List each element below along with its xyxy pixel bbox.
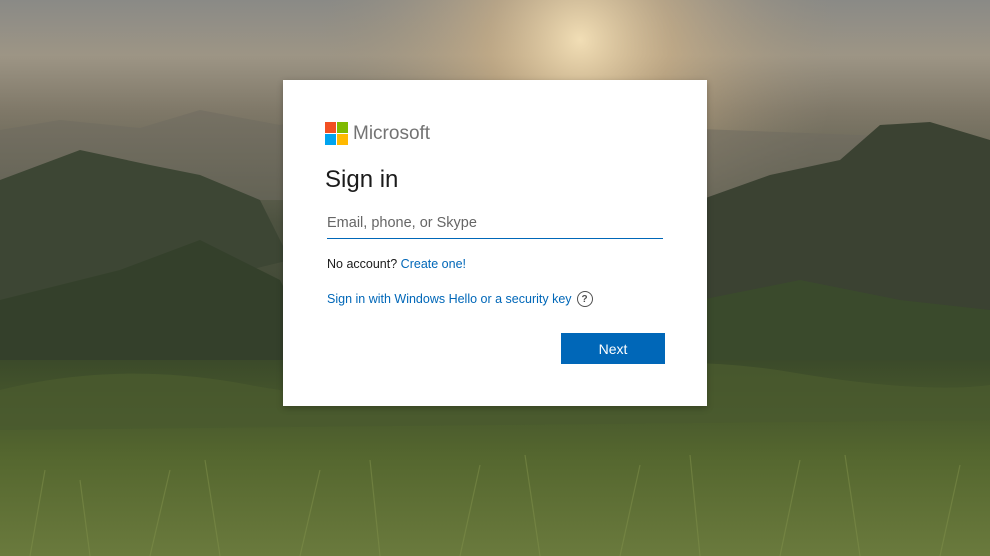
page-title: Sign in [325, 166, 399, 193]
logo-square-red [325, 122, 336, 133]
windows-hello-row: Sign in with Windows Hello or a security… [327, 291, 593, 307]
windows-logo-icon [325, 122, 348, 145]
logo-square-yellow [337, 134, 348, 145]
no-account-label: No account? [327, 257, 401, 271]
signin-card: Microsoft Sign in No account? Create one… [283, 80, 707, 406]
no-account-row: No account? Create one! [327, 257, 466, 271]
windows-hello-link[interactable]: Sign in with Windows Hello or a security… [327, 292, 572, 306]
microsoft-logo: Microsoft [325, 122, 430, 145]
create-account-link[interactable]: Create one! [401, 257, 466, 271]
brand-name: Microsoft [353, 122, 431, 144]
next-button[interactable]: Next [561, 333, 665, 364]
email-field[interactable] [327, 210, 663, 239]
logo-square-green [337, 122, 348, 133]
logo-square-blue [325, 134, 336, 145]
help-icon[interactable]: ? [576, 291, 593, 307]
